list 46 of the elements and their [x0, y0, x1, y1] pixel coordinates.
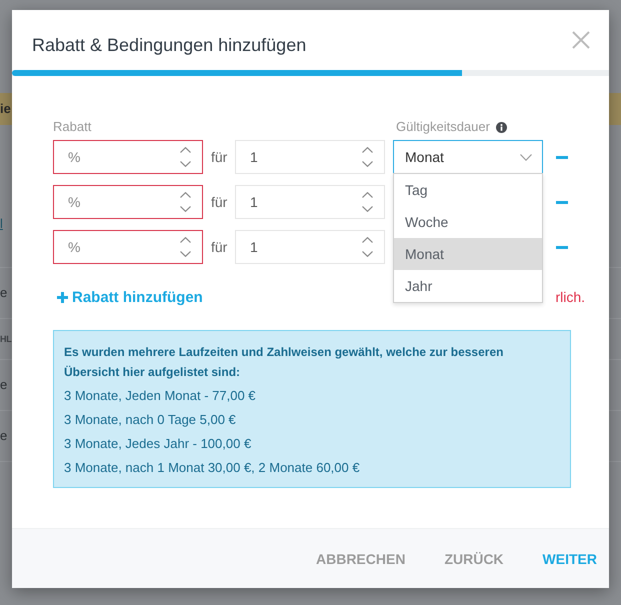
down-chevron-icon[interactable] — [180, 161, 191, 167]
info-heading: Es wurden mehrere Laufzeiten und Zahlweisen gewählt, welche zur besseren Übersicht hier aufgelistet sind: — [64, 344, 504, 381]
percent-field[interactable]: % — [53, 185, 203, 219]
up-chevron-icon[interactable] — [362, 237, 373, 243]
down-chevron-icon[interactable] — [362, 251, 373, 257]
up-chevron-icon[interactable] — [180, 237, 191, 243]
up-chevron-icon[interactable] — [180, 147, 191, 153]
column-header-text: HL — [0, 333, 12, 346]
dropdown-option[interactable]: Woche — [394, 206, 542, 238]
down-chevron-icon[interactable] — [180, 206, 191, 212]
minus-icon[interactable] — [556, 156, 568, 158]
up-chevron-icon[interactable] — [362, 147, 373, 153]
validity-label: Gültigkeitsdauer — [396, 119, 490, 135]
info-icon[interactable] — [496, 122, 507, 132]
down-chevron-icon[interactable] — [180, 251, 191, 257]
percent-field[interactable]: % — [53, 140, 203, 174]
info-item: 3 Monate, nach 0 Tage 5,00 € — [64, 411, 237, 429]
dropdown-option[interactable]: Monat — [394, 238, 542, 270]
down-chevron-icon[interactable] — [362, 206, 373, 212]
info-item: 3 Monate, nach 1 Monat 30,00 €, 2 Monate 60,00 € — [64, 459, 361, 477]
duration-field[interactable]: 1 — [235, 185, 385, 219]
percent-field[interactable]: % — [53, 230, 203, 264]
for-label: für — [211, 238, 227, 257]
banner-text: ie — [0, 101, 11, 117]
for-label: für — [211, 148, 227, 167]
discount-label: Rabatt — [53, 119, 92, 135]
close-icon[interactable] — [572, 31, 590, 49]
error-message: rlich. — [555, 289, 585, 305]
dialog-title: Rabatt & Bedingungen hinzufügen — [32, 34, 306, 57]
background-text: e — [0, 428, 8, 444]
background-text: e — [0, 377, 8, 393]
for-label: für — [211, 193, 227, 212]
down-chevron-icon[interactable] — [362, 161, 373, 167]
duration-field[interactable]: 1 — [235, 140, 385, 174]
duration-field[interactable]: 1 — [235, 230, 385, 264]
info-item: 3 Monate, Jeden Monat - 77,00 € — [64, 387, 257, 405]
plus-icon — [57, 292, 68, 302]
info-item: 3 Monate, Jedes Jahr - 100,00 € — [64, 435, 252, 453]
up-chevron-icon[interactable] — [362, 192, 373, 198]
minus-icon[interactable] — [556, 246, 568, 248]
up-chevron-icon[interactable] — [180, 192, 191, 198]
dropdown-option[interactable]: Jahr — [394, 270, 542, 302]
minus-icon[interactable] — [556, 200, 568, 204]
background-text: e — [0, 285, 8, 301]
dropdown-option[interactable]: Tag — [394, 174, 542, 206]
chevron-down-icon — [520, 154, 532, 160]
